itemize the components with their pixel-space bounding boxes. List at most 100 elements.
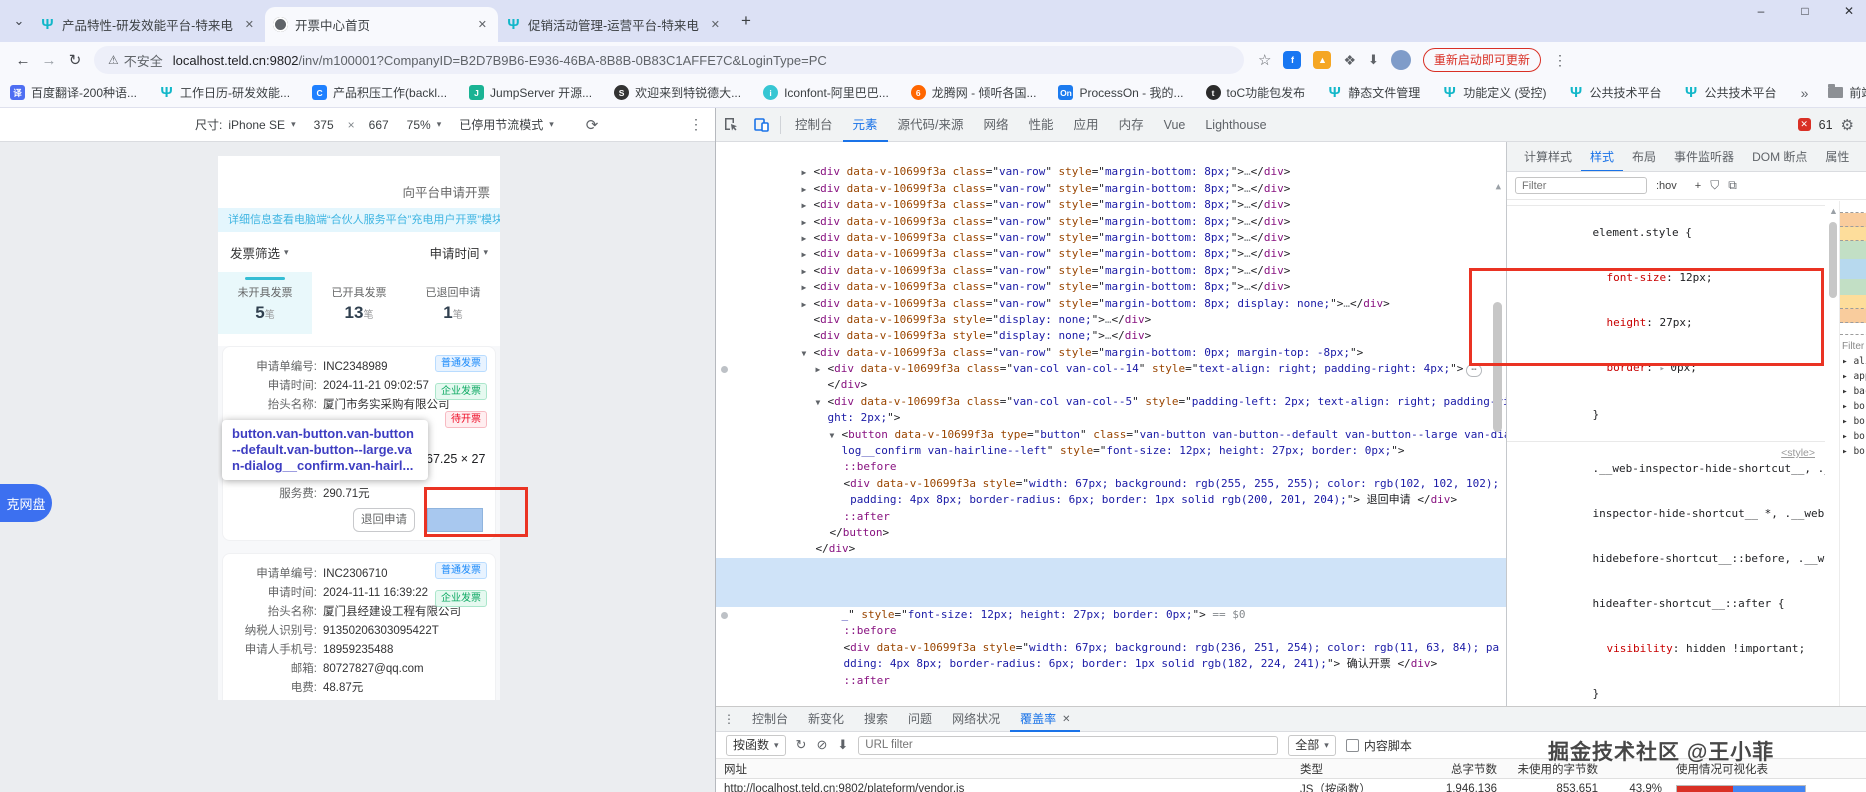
dom-tree-line[interactable]: ▶<div data-v-10699f3a class="van-row" st… bbox=[716, 164, 1506, 180]
close-button[interactable]: ✕ bbox=[1840, 4, 1858, 18]
reload-icon[interactable]: ↻ bbox=[62, 51, 88, 69]
dom-tree-line[interactable]: <div data-v-10699f3a style="width: 67px;… bbox=[716, 623, 1506, 639]
url-text[interactable]: localhost.teld.cn:9802/inv/m100001?Compa… bbox=[173, 53, 827, 68]
return-request-button[interactable]: 退回申请 bbox=[353, 508, 415, 532]
browser-menu-icon[interactable]: ⋮ bbox=[1553, 52, 1567, 69]
dom-tree-line[interactable]: </div> bbox=[716, 525, 1506, 541]
sidebar-tab[interactable]: 样式 bbox=[1581, 142, 1623, 172]
dom-tree-line[interactable]: ▶<div data-v-10699f3a class="van-row" st… bbox=[716, 214, 1506, 230]
profile-avatar[interactable] bbox=[1391, 50, 1411, 70]
dom-tree-line[interactable]: ▼<div data-v-10699f3a class="van-col van… bbox=[716, 541, 1506, 557]
bookmark-item[interactable]: Ψ 公共技术平台 bbox=[1684, 84, 1777, 101]
scroll-up-icon[interactable]: ▲ bbox=[1496, 182, 1501, 192]
dom-tree-line[interactable]: ▶<div data-v-10699f3a class="van-col van… bbox=[716, 345, 1506, 361]
computed-property-row[interactable]: ▸ ali bbox=[1840, 354, 1866, 369]
dom-tree-line[interactable]: ▶<div data-v-10699f3a class="van-row" st… bbox=[716, 181, 1506, 197]
dom-tree-line[interactable]: ▼<button data-v-10699f3a type="button" c… bbox=[716, 558, 1506, 574]
computed-property-row[interactable]: ▸ bor 0px bbox=[1840, 429, 1866, 444]
content-scripts-checkbox[interactable]: 内容脚本 bbox=[1346, 737, 1412, 754]
dom-tree-line[interactable]: <div data-v-10699f3a style="display: non… bbox=[716, 312, 1506, 328]
zoom-select[interactable]: 75% ▾ bbox=[407, 118, 442, 132]
dom-tree-line[interactable]: ::after bbox=[716, 492, 1506, 508]
device-select[interactable]: 尺寸: iPhone SE ▾ bbox=[195, 116, 296, 133]
dom-tree-line[interactable]: <div data-v-10699f3a style="display: non… bbox=[716, 296, 1506, 312]
error-badge-icon[interactable]: ✕ bbox=[1798, 118, 1811, 131]
style-rule-line[interactable]: hidebefore-shortcut__::before, .__web-in… bbox=[1507, 536, 1825, 581]
style-rule-line[interactable]: visibility: hidden !important; bbox=[1507, 626, 1825, 671]
bookmark-item[interactable]: J JumpServer 开源... bbox=[469, 84, 592, 101]
dom-tree-line[interactable]: ght: 2px;"> bbox=[716, 394, 1506, 410]
viewport-height-input[interactable]: 667 bbox=[369, 118, 389, 132]
drawer-tab[interactable]: 覆盖率✕ bbox=[1010, 707, 1080, 732]
apply-invoice-link[interactable]: 向平台申请开票 bbox=[402, 182, 490, 201]
scroll-up-icon[interactable]: ▲ bbox=[1829, 206, 1838, 216]
bookmark-item[interactable]: Ψ 静态文件管理 bbox=[1327, 84, 1420, 101]
coverage-reload-icon[interactable]: ↻ bbox=[796, 737, 807, 753]
back-icon[interactable]: ← bbox=[10, 52, 36, 69]
coverage-scope-select[interactable]: 全部▾ bbox=[1288, 735, 1336, 756]
column-type[interactable]: 类型 bbox=[1300, 761, 1392, 777]
style-rule-line[interactable]: .__web-inspector-hide-shortcut__, .__web… bbox=[1507, 441, 1825, 491]
bookmark-item[interactable]: Ψ 工作日历-研发效能... bbox=[159, 84, 290, 101]
drawer-tab-close-icon[interactable]: ✕ bbox=[1062, 707, 1070, 732]
dom-tree-line[interactable]: padding: 4px 8px; border-radius: 6px; bo… bbox=[716, 476, 1506, 492]
browser-tab[interactable]: Ψ 产品特性-研发效能平台-特来电 ✕ bbox=[32, 7, 265, 42]
devtools-tab[interactable]: Vue bbox=[1154, 108, 1196, 142]
style-rule-line[interactable]: element.style { bbox=[1507, 205, 1825, 255]
dom-tree-line[interactable]: ▶<div data-v-10699f3a class="van-row" st… bbox=[716, 279, 1506, 295]
coverage-mode-select[interactable]: 按函数▾ bbox=[726, 735, 786, 756]
extension-icon-blue[interactable]: f bbox=[1283, 51, 1301, 69]
downloads-icon[interactable]: ⬇ bbox=[1368, 52, 1379, 68]
extension-icon-warn[interactable]: ▲ bbox=[1313, 51, 1331, 69]
security-label[interactable]: 不安全 bbox=[124, 51, 163, 70]
invoice-filter-dropdown[interactable]: 发票筛选 ▾ bbox=[230, 243, 289, 262]
column-url[interactable]: 网址 bbox=[716, 761, 1300, 777]
new-style-rule-icon[interactable]: + bbox=[1695, 180, 1701, 192]
bookmark-item[interactable]: On ProcessOn - 我的... bbox=[1058, 84, 1183, 101]
devtools-tab[interactable]: Lighthouse bbox=[1195, 108, 1276, 142]
style-rule-line[interactable]: } bbox=[1507, 671, 1825, 706]
tab-close-icon[interactable]: ✕ bbox=[708, 18, 723, 31]
coverage-clear-icon[interactable]: ⊘ bbox=[816, 737, 827, 753]
browser-tab[interactable]: 开票中心首页 ✕ bbox=[265, 7, 498, 42]
computed-property-row[interactable]: ▸ bor bbox=[1840, 444, 1866, 459]
relaunch-to-update-button[interactable]: 重新启动即可更新 bbox=[1423, 48, 1541, 72]
bookmarks-folder[interactable]: 前端 bbox=[1828, 84, 1866, 101]
dom-tree-line[interactable]: log__confirm van-hairline--left" style="… bbox=[716, 427, 1506, 443]
sidebar-tab[interactable]: DOM 断点 bbox=[1743, 142, 1816, 172]
device-toggle-icon[interactable] bbox=[746, 117, 776, 132]
extensions-puzzle-icon[interactable]: ❖ bbox=[1343, 52, 1356, 69]
dom-tree-line[interactable]: _" style="font-size: 12px; height: 27px;… bbox=[716, 591, 1506, 607]
bookmark-item[interactable]: t toC功能包发布 bbox=[1206, 84, 1306, 101]
stat-tab[interactable]: 未开具发票 5笔 bbox=[218, 272, 312, 334]
new-tab-button[interactable]: + bbox=[741, 11, 751, 31]
dom-tree-line[interactable]: <div data-v-10699f3a style="width: 67px;… bbox=[716, 459, 1506, 475]
dom-tree-line[interactable]: ▶<div data-v-10699f3a class="van-row" st… bbox=[716, 148, 1506, 164]
show-sidebar-icon[interactable]: ⧉ bbox=[1728, 178, 1737, 193]
bookmark-item[interactable]: Ψ 公共技术平台 bbox=[1569, 84, 1662, 101]
bookmark-item[interactable]: 译 百度翻译-200种语... bbox=[10, 84, 137, 101]
dom-tree-line[interactable]: ▶<div data-v-10699f3a class="van-row" st… bbox=[716, 263, 1506, 279]
dom-tree-line[interactable]: ::before bbox=[716, 443, 1506, 459]
coverage-row[interactable]: http://localhost.teld.cn:9802/plateform/… bbox=[716, 779, 1866, 792]
dom-tree-line[interactable]: log__confirm van-hairline--left __web-in… bbox=[716, 574, 1506, 590]
dom-tree-line[interactable]: </div> bbox=[716, 361, 1506, 377]
stat-tab[interactable]: 已退回申请 1笔 bbox=[406, 272, 500, 334]
apply-time-sort[interactable]: 申请时间 ▾ bbox=[429, 243, 488, 262]
sidebar-tab[interactable]: 事件监听器 bbox=[1665, 142, 1743, 172]
inspect-element-icon[interactable] bbox=[716, 117, 746, 132]
tab-search-icon[interactable]: ⌄ bbox=[6, 13, 32, 29]
devtools-tab[interactable]: 网络 bbox=[974, 108, 1019, 142]
styles-filter-input[interactable] bbox=[1515, 177, 1647, 194]
coverage-url-filter-input[interactable] bbox=[858, 736, 1278, 755]
minimize-button[interactable]: – bbox=[1752, 4, 1770, 18]
drawer-tab[interactable]: 问题 bbox=[898, 707, 942, 732]
dom-tree-line[interactable]: </button> bbox=[716, 673, 1506, 689]
bookmark-item[interactable]: S 欢迎来到特锐德大... bbox=[614, 84, 741, 101]
column-total-bytes[interactable]: 总字节数 bbox=[1392, 761, 1503, 777]
tab-close-icon[interactable]: ✕ bbox=[242, 18, 257, 31]
devtools-tab[interactable]: 性能 bbox=[1019, 108, 1064, 142]
style-rule-line[interactable]: hideafter-shortcut__::after { bbox=[1507, 581, 1825, 626]
dom-tree-line[interactable]: ▶<div data-v-10699f3a class="van-row" st… bbox=[716, 230, 1506, 246]
toggle-hover-state[interactable]: :hov bbox=[1656, 180, 1677, 192]
